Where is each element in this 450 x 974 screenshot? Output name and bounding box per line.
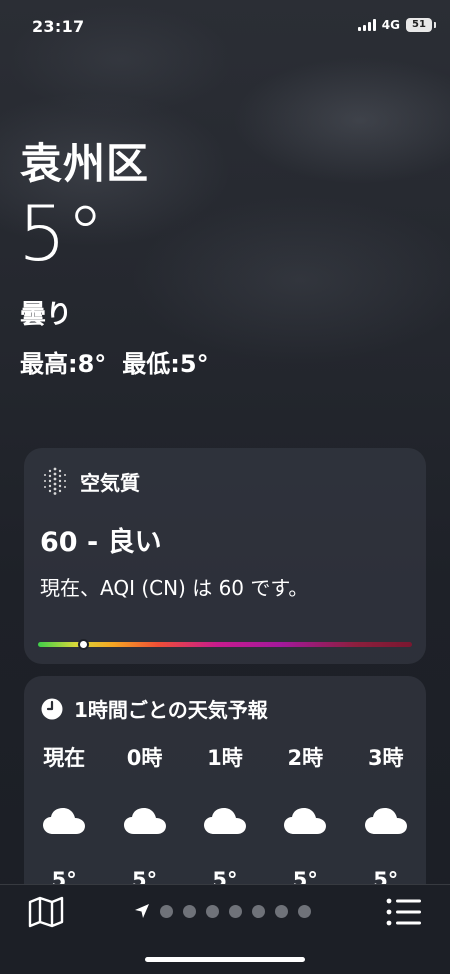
air-quality-icon — [44, 467, 66, 495]
cloud-icon — [284, 808, 327, 834]
hourly-forecast-card[interactable]: 1時間ごとの天気予報 現在 5° 0時 5° 1時 5° 2時 5° 3時 5° — [24, 676, 426, 916]
page-dot[interactable] — [275, 904, 288, 918]
low-temperature: 最低:5° — [122, 350, 209, 378]
hour-label: 1時 — [207, 746, 243, 770]
page-dot[interactable] — [160, 904, 173, 918]
hour-label: 現在 — [43, 746, 86, 770]
air-quality-card[interactable]: 空気質 60 - 良い 現在、AQI (CN) は 60 です。 — [24, 448, 426, 664]
hourly-forecast-title: 1時間ごとの天気予報 — [74, 698, 268, 722]
hour-label: 3時 — [367, 746, 404, 770]
hour-item: 1時 5° — [185, 742, 265, 892]
aqi-scale-bar — [38, 639, 412, 650]
cloud-icon — [43, 808, 86, 834]
hour-item: 現在 5° — [24, 742, 104, 892]
hour-item: 2時 5° — [265, 742, 345, 892]
list-icon[interactable] — [386, 897, 422, 927]
hourly-list: 現在 5° 0時 5° 1時 5° 2時 5° 3時 5° — [24, 742, 426, 892]
page-dot[interactable] — [183, 904, 196, 918]
signal-icon — [357, 19, 376, 31]
hour-label: 0時 — [126, 746, 163, 770]
aqi-description: 現在、AQI (CN) は 60 です。 — [40, 576, 309, 600]
aqi-marker — [77, 639, 89, 650]
high-temperature: 最高:8° — [20, 350, 107, 378]
hour-item: 3時 5° — [346, 742, 426, 892]
page-dot[interactable] — [206, 904, 219, 918]
high-low: 最高:8° 最低:5° — [20, 344, 209, 379]
location-arrow-icon — [135, 904, 149, 918]
hour-label: 2時 — [287, 746, 324, 770]
current-temperature: 5° — [18, 189, 105, 278]
status-time: 23:17 — [32, 17, 85, 36]
air-quality-header: 空気質 — [40, 466, 140, 496]
cloud-icon — [123, 808, 166, 834]
network-label: 4G — [381, 18, 400, 32]
aqi-value: 60 - 良い — [40, 527, 162, 558]
clock-icon — [41, 698, 63, 719]
page-dot[interactable] — [298, 904, 311, 918]
page-indicator[interactable] — [134, 903, 311, 919]
map-icon[interactable] — [28, 895, 64, 929]
weather-condition: 曇り — [20, 300, 73, 330]
home-indicator[interactable] — [145, 957, 305, 962]
hour-item: 0時 5° — [104, 742, 184, 892]
page-dot[interactable] — [252, 904, 265, 918]
status-indicators: 4G 51 — [357, 18, 436, 32]
page-dot[interactable] — [229, 904, 242, 918]
cloud-icon — [203, 808, 246, 834]
bottom-toolbar — [0, 884, 450, 974]
battery-icon: 51 — [406, 18, 436, 32]
location-name: 袁州区 — [20, 139, 150, 188]
status-bar: 23:17 4G 51 — [0, 0, 450, 50]
air-quality-title: 空気質 — [80, 470, 140, 495]
battery-level: 51 — [412, 19, 426, 30]
cloud-icon — [364, 808, 407, 834]
hourly-forecast-header: 1時間ごとの天気予報 — [40, 694, 268, 723]
